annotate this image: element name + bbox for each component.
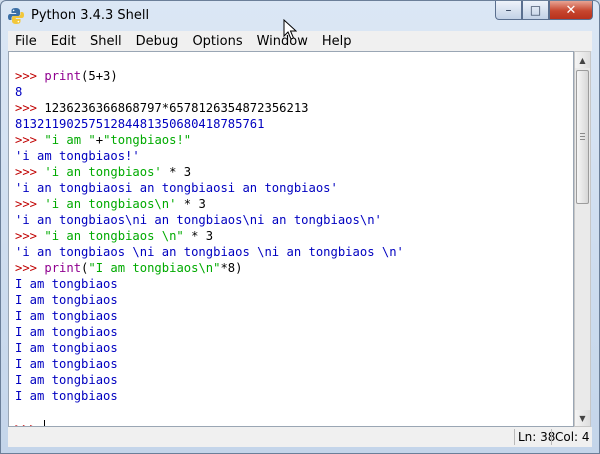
shell-text-segment: 'i an tongbiaos\ni an tongbiaos\ni an to… — [15, 213, 382, 227]
shell-prompt: >>> — [15, 69, 45, 83]
shell-prompt: >>> — [15, 133, 45, 147]
shell-line: I am tongbiaos — [15, 372, 118, 388]
shell-line: >>> print("I am tongbiaos\n"*8) — [15, 260, 242, 276]
shell-line: >>> — [15, 420, 46, 426]
shell-text-segment: "I am tongbiaos\n" — [88, 261, 221, 275]
menu-shell[interactable]: Shell — [83, 34, 129, 49]
shell-prompt: >>> — [15, 197, 45, 211]
column-number-status: Col: 4 — [551, 429, 590, 445]
python-shell-window: Python 3.4.3 Shell – □ ✕ File Edit Shell… — [0, 0, 600, 454]
shell-text-segment: I am tongbiaos — [15, 277, 118, 291]
thumb-grip-icon — [580, 136, 585, 137]
mouse-pointer-icon — [283, 19, 297, 40]
shell-line: I am tongbiaos — [15, 292, 118, 308]
line-number-status: Ln: 38 — [514, 429, 555, 445]
thumb-grip-icon — [580, 139, 585, 140]
thumb-grip-icon — [580, 133, 585, 134]
shell-text-segment: "i am " — [44, 133, 96, 147]
status-bar: Ln: 38 Col: 4 — [8, 427, 592, 447]
shell-text-segment: print — [44, 69, 82, 83]
shell-line: 8132119025751284481350680418785761 — [15, 116, 264, 132]
shell-line: I am tongbiaos — [15, 388, 118, 404]
title-bar[interactable]: Python 3.4.3 Shell – □ ✕ — [1, 1, 599, 31]
shell-text-segment: * 3 — [161, 165, 192, 179]
maximize-button[interactable]: □ — [522, 1, 549, 20]
shell-text-area[interactable]: >>> print(5+3) 8 >>> 1236236366868797*6578… — [8, 51, 574, 427]
shell-text-segment: I am tongbiaos — [15, 373, 118, 387]
shell-text-segment: 'i an tongbiaosi an tongbiaosi an tongbi… — [15, 181, 338, 195]
vertical-scrollbar[interactable]: ▲ ▼ — [574, 51, 591, 427]
shell-text-segment: 1236236366868797*6578126354872356213 — [44, 101, 309, 115]
shell-text-segment: 8132119025751284481350680418785761 — [15, 117, 265, 131]
shell-line: 'i an tongbiaos \ni an tongbiaos \ni an … — [15, 244, 404, 260]
shell-prompt: >>> — [15, 165, 45, 179]
shell-text-segment: print — [44, 261, 82, 275]
shell-line: I am tongbiaos — [15, 308, 118, 324]
shell-text-segment: 8 — [15, 85, 23, 99]
shell-text-segment: I am tongbiaos — [15, 357, 118, 371]
shell-text-segment: I am tongbiaos — [15, 341, 118, 355]
shell-prompt: >>> — [15, 229, 45, 243]
shell-line: 'i an tongbiaosi an tongbiaosi an tongbi… — [15, 180, 338, 196]
menu-bar: File Edit Shell Debug Options Window Hel… — [8, 31, 592, 51]
scrollbar-thumb[interactable] — [576, 70, 589, 204]
window-controls: – □ ✕ — [495, 1, 593, 20]
shell-text-segment: + — [95, 133, 104, 147]
shell-line: 8 — [15, 84, 22, 100]
shell-line: >>> 'i an tongbiaos\n' * 3 — [15, 196, 206, 212]
shell-text-segment: I am tongbiaos — [15, 293, 118, 307]
shell-line: >>> "i am "+"tongbiaos!" — [15, 132, 191, 148]
shell-text-segment: "tongbiaos!" — [103, 133, 192, 147]
shell-prompt: >>> — [15, 101, 45, 115]
shell-line: I am tongbiaos — [15, 340, 118, 356]
shell-prompt: >>> — [15, 261, 45, 275]
shell-text-segment: 'i am tongbiaos!' — [15, 149, 140, 163]
menu-debug[interactable]: Debug — [129, 34, 186, 49]
shell-line: I am tongbiaos — [15, 276, 118, 292]
text-cursor — [44, 420, 46, 426]
scroll-down-arrow-icon[interactable]: ▼ — [575, 410, 590, 426]
shell-text-segment: 'i an tongbiaos' — [44, 165, 162, 179]
shell-line: 'i an tongbiaos\ni an tongbiaos\ni an to… — [15, 212, 382, 228]
window-title: Python 3.4.3 Shell — [31, 8, 150, 23]
menu-edit[interactable]: Edit — [44, 34, 83, 49]
shell-text-segment: I am tongbiaos — [15, 389, 118, 403]
shell-text-segment: * 3 — [183, 229, 214, 243]
shell-text-segment: (5+3) — [81, 69, 118, 83]
scroll-up-arrow-icon[interactable]: ▲ — [575, 52, 590, 68]
shell-line: >>> "i an tongbiaos \n" * 3 — [15, 228, 213, 244]
shell-text-segment: 'i an tongbiaos \ni an tongbiaos \ni an … — [15, 245, 404, 259]
shell-text-segment: I am tongbiaos — [15, 309, 118, 323]
menu-options[interactable]: Options — [185, 34, 249, 49]
menu-file[interactable]: File — [8, 34, 44, 49]
menu-help[interactable]: Help — [315, 34, 359, 49]
shell-line: 'i am tongbiaos!' — [15, 148, 140, 164]
shell-text-segment: 'i an tongbiaos\n' — [44, 197, 177, 211]
close-button[interactable]: ✕ — [549, 1, 593, 20]
shell-text-segment: * 3 — [176, 197, 206, 211]
shell-line: >>> print(5+3) — [15, 68, 118, 84]
shell-text-segment: *8) — [220, 261, 243, 275]
python-logo-icon — [8, 8, 24, 24]
shell-text-segment: I am tongbiaos — [15, 325, 118, 339]
shell-line: >>> 1236236366868797*6578126354872356213 — [15, 100, 309, 116]
minimize-button[interactable]: – — [495, 1, 522, 20]
clipped-line-fragment — [105, 52, 169, 55]
shell-text-segment: "i an tongbiaos \n" — [44, 229, 184, 243]
shell-line: >>> 'i an tongbiaos' * 3 — [15, 164, 191, 180]
shell-line: I am tongbiaos — [15, 324, 118, 340]
shell-line: I am tongbiaos — [15, 356, 118, 372]
